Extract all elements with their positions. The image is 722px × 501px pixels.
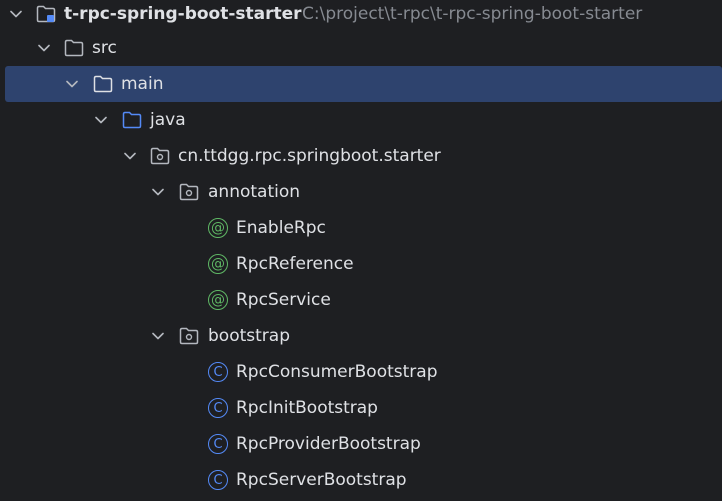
tree-item-label: RpcService — [236, 290, 331, 310]
tree-item-label: bootstrap — [208, 326, 290, 346]
tree-item-label: RpcServerBootstrap — [236, 470, 407, 490]
project-name: t-rpc-spring-boot-starter — [64, 4, 302, 24]
class-icon: C — [208, 470, 228, 490]
package-icon — [179, 182, 199, 202]
project-path: C:\project\t-rpc\t-rpc-spring-boot-start… — [302, 4, 643, 24]
module-folder-icon — [36, 4, 56, 24]
class-icon: C — [208, 434, 228, 454]
tree-item-label: main — [121, 74, 164, 94]
tree-row-enable-rpc[interactable]: @ EnableRpc — [0, 210, 722, 246]
tree-row-package[interactable]: cn.ttdgg.rpc.springboot.starter — [0, 138, 722, 174]
tree-row-java[interactable]: java — [0, 102, 722, 138]
tree-item-label: java — [150, 110, 186, 130]
tree-item-label: cn.ttdgg.rpc.springboot.starter — [178, 146, 441, 166]
source-folder-icon — [122, 110, 142, 130]
chevron-down-icon[interactable] — [38, 42, 50, 54]
folder-icon — [93, 74, 113, 94]
tree-item-label: RpcReference — [236, 254, 354, 274]
annotation-icon: @ — [208, 218, 228, 238]
class-icon: C — [208, 362, 228, 382]
tree-row-src[interactable]: src — [0, 30, 722, 66]
tree-row-annotation-package[interactable]: annotation — [0, 174, 722, 210]
project-tree: t-rpc-spring-boot-starter C:\project\t-r… — [0, 0, 722, 501]
tree-row-rpc-provider-bootstrap[interactable]: C RpcProviderBootstrap — [0, 426, 722, 462]
package-icon — [179, 326, 199, 346]
chevron-down-icon[interactable] — [152, 330, 164, 342]
tree-item-label: EnableRpc — [236, 218, 326, 238]
class-icon: C — [208, 398, 228, 418]
tree-row-rpc-reference[interactable]: @ RpcReference — [0, 246, 722, 282]
tree-row-bootstrap-package[interactable]: bootstrap — [0, 318, 722, 354]
tree-item-label: src — [92, 38, 117, 58]
chevron-down-icon[interactable] — [10, 8, 22, 20]
tree-item-label: RpcInitBootstrap — [236, 398, 378, 418]
package-icon — [150, 146, 170, 166]
tree-row-main[interactable]: main — [5, 66, 722, 102]
annotation-icon: @ — [208, 254, 228, 274]
chevron-down-icon[interactable] — [66, 78, 78, 90]
tree-row-rpc-service[interactable]: @ RpcService — [0, 282, 722, 318]
tree-row-project-root[interactable]: t-rpc-spring-boot-starter C:\project\t-r… — [0, 0, 722, 32]
tree-item-label: annotation — [208, 182, 301, 202]
tree-item-label: RpcProviderBootstrap — [236, 434, 421, 454]
annotation-icon: @ — [208, 290, 228, 310]
tree-row-rpc-init-bootstrap[interactable]: C RpcInitBootstrap — [0, 390, 722, 426]
tree-row-rpc-consumer-bootstrap[interactable]: C RpcConsumerBootstrap — [0, 354, 722, 390]
tree-item-label: RpcConsumerBootstrap — [236, 362, 438, 382]
folder-icon — [64, 38, 84, 58]
chevron-down-icon[interactable] — [124, 150, 136, 162]
tree-row-rpc-server-bootstrap[interactable]: C RpcServerBootstrap — [0, 462, 722, 498]
chevron-down-icon[interactable] — [95, 114, 107, 126]
chevron-down-icon[interactable] — [152, 186, 164, 198]
